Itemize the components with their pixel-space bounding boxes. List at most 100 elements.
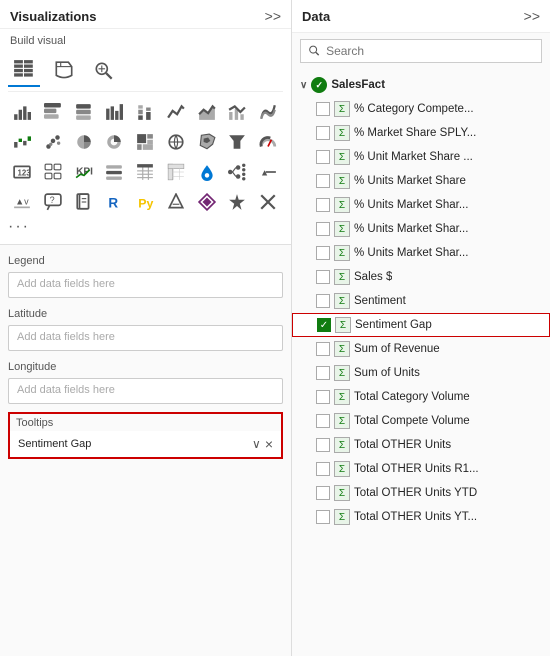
legend-drop-area[interactable]: Add data fields here [8, 272, 283, 298]
viz-collapse-icon[interactable]: >> [265, 8, 281, 24]
checkbox-0[interactable] [316, 102, 330, 116]
tree-item-8[interactable]: Σ Sentiment [292, 289, 550, 313]
svg-text:Py: Py [138, 197, 153, 211]
field-group-longitude: Longitude Add data fields here [8, 359, 283, 404]
checkbox-8[interactable] [316, 294, 330, 308]
viz-icon-decomp-tree[interactable] [223, 158, 251, 186]
checkbox-9[interactable]: ✓ [317, 318, 331, 332]
viz-icon-bar-clustered[interactable] [8, 98, 36, 126]
viz-icon-python[interactable]: Py [131, 188, 159, 216]
viz-icon-waterfall[interactable] [8, 128, 36, 156]
checkbox-3[interactable] [316, 174, 330, 188]
tree-root-salesfact[interactable]: ∨ ✓ SalesFact [292, 73, 550, 97]
tree-item-7[interactable]: Σ Sales $ [292, 265, 550, 289]
checkbox-12[interactable] [316, 390, 330, 404]
svg-text:▲v: ▲v [15, 196, 29, 206]
viz-icon-bar-stacked[interactable] [39, 98, 67, 126]
tree-item-12[interactable]: Σ Total Category Volume [292, 385, 550, 409]
viz-icon-r[interactable]: R [100, 188, 128, 216]
viz-icon-multi-card[interactable] [39, 158, 67, 186]
viz-icon-key-influencer[interactable]: ▲ [254, 158, 282, 186]
latitude-drop-area[interactable]: Add data fields here [8, 325, 283, 351]
more-icons-indicator[interactable]: ··· [8, 216, 283, 238]
tooltips-chevron-down[interactable]: ∨ [252, 437, 261, 451]
tooltips-section: Tooltips Sentiment Gap ∨ × [8, 412, 283, 459]
viz-icon-donut[interactable] [100, 128, 128, 156]
viz-icon-paginated[interactable] [70, 188, 98, 216]
checkbox-14[interactable] [316, 438, 330, 452]
tree-item-17[interactable]: Σ Total OTHER Units YT... [292, 505, 550, 529]
viz-icon-scatter[interactable] [39, 128, 67, 156]
tab-build-visual[interactable] [8, 55, 40, 87]
longitude-placeholder: Add data fields here [17, 384, 115, 396]
salesfact-label: SalesFact [331, 79, 385, 91]
data-collapse-icon[interactable]: >> [524, 8, 540, 24]
tooltips-actions: ∨ × [252, 436, 273, 452]
field-label-16: Total OTHER Units YTD [354, 487, 477, 499]
tree-item-13[interactable]: Σ Total Compete Volume [292, 409, 550, 433]
viz-icon-treemap[interactable] [131, 128, 159, 156]
tree-item-11[interactable]: Σ Sum of Units [292, 361, 550, 385]
checkbox-10[interactable] [316, 342, 330, 356]
viz-icon-area[interactable] [193, 98, 221, 126]
viz-icon-smart-narrative[interactable]: ▲v [8, 188, 36, 216]
checkbox-15[interactable] [316, 462, 330, 476]
viz-icon-line-column[interactable] [223, 98, 251, 126]
tooltips-close[interactable]: × [265, 436, 273, 452]
tree-item-0[interactable]: Σ % Category Compete... [292, 97, 550, 121]
viz-icon-custom2[interactable] [254, 188, 282, 216]
checkbox-17[interactable] [316, 510, 330, 524]
tree-item-15[interactable]: Σ Total OTHER Units R1... [292, 457, 550, 481]
viz-icon-matrix[interactable] [162, 158, 190, 186]
tree-item-2[interactable]: Σ % Unit Market Share ... [292, 145, 550, 169]
viz-icon-ribbon[interactable] [254, 98, 282, 126]
checkbox-5[interactable] [316, 222, 330, 236]
tooltips-label: Tooltips [10, 414, 281, 431]
viz-icon-grid: 123 KPI ▲ ▲v ? R Py [8, 98, 283, 216]
viz-icon-qna[interactable]: ? [39, 188, 67, 216]
viz-icon-pie[interactable] [70, 128, 98, 156]
tree-item-14[interactable]: Σ Total OTHER Units [292, 433, 550, 457]
viz-icon-gauge[interactable] [254, 128, 282, 156]
viz-icon-line[interactable] [162, 98, 190, 126]
viz-icon-slicer[interactable] [100, 158, 128, 186]
checkbox-1[interactable] [316, 126, 330, 140]
latitude-label: Latitude [8, 306, 283, 322]
tree-item-16[interactable]: Σ Total OTHER Units YTD [292, 481, 550, 505]
checkbox-4[interactable] [316, 198, 330, 212]
field-icon-5: Σ [334, 221, 350, 237]
checkbox-2[interactable] [316, 150, 330, 164]
tree-item-3[interactable]: Σ % Units Market Share [292, 169, 550, 193]
tree-item-10[interactable]: Σ Sum of Revenue [292, 337, 550, 361]
tree-item-4[interactable]: Σ % Units Market Shar... [292, 193, 550, 217]
checkbox-16[interactable] [316, 486, 330, 500]
tree-item-1[interactable]: Σ % Market Share SPLY... [292, 121, 550, 145]
viz-icon-power-apps[interactable] [193, 188, 221, 216]
viz-icon-map[interactable] [162, 128, 190, 156]
viz-icon-azure-map[interactable] [193, 158, 221, 186]
tab-format-visual[interactable] [48, 55, 80, 87]
viz-icon-funnel[interactable] [223, 128, 251, 156]
checkbox-11[interactable] [316, 366, 330, 380]
longitude-label: Longitude [8, 359, 283, 375]
viz-icon-table[interactable] [131, 158, 159, 186]
checkbox-13[interactable] [316, 414, 330, 428]
build-visual-label: Build visual [0, 29, 291, 51]
viz-icon-filled-map[interactable] [193, 128, 221, 156]
tree-item-6[interactable]: Σ % Units Market Shar... [292, 241, 550, 265]
longitude-drop-area[interactable]: Add data fields here [8, 378, 283, 404]
viz-icon-card[interactable]: 123 [8, 158, 36, 186]
viz-icon-column-stacked[interactable] [131, 98, 159, 126]
viz-icon-custom1[interactable] [223, 188, 251, 216]
tree-item-9[interactable]: ✓ Σ Sentiment Gap [292, 313, 550, 337]
tree-item-5[interactable]: Σ % Units Market Shar... [292, 217, 550, 241]
checkbox-6[interactable] [316, 246, 330, 260]
tab-analytics[interactable] [88, 55, 120, 87]
viz-icon-ai[interactable] [162, 188, 190, 216]
checkbox-7[interactable] [316, 270, 330, 284]
viz-icon-kpi[interactable]: KPI [70, 158, 98, 186]
search-input[interactable] [326, 44, 533, 58]
viz-icon-bar-100[interactable] [70, 98, 98, 126]
field-icon-15: Σ [334, 461, 350, 477]
viz-icon-column-clustered[interactable] [100, 98, 128, 126]
